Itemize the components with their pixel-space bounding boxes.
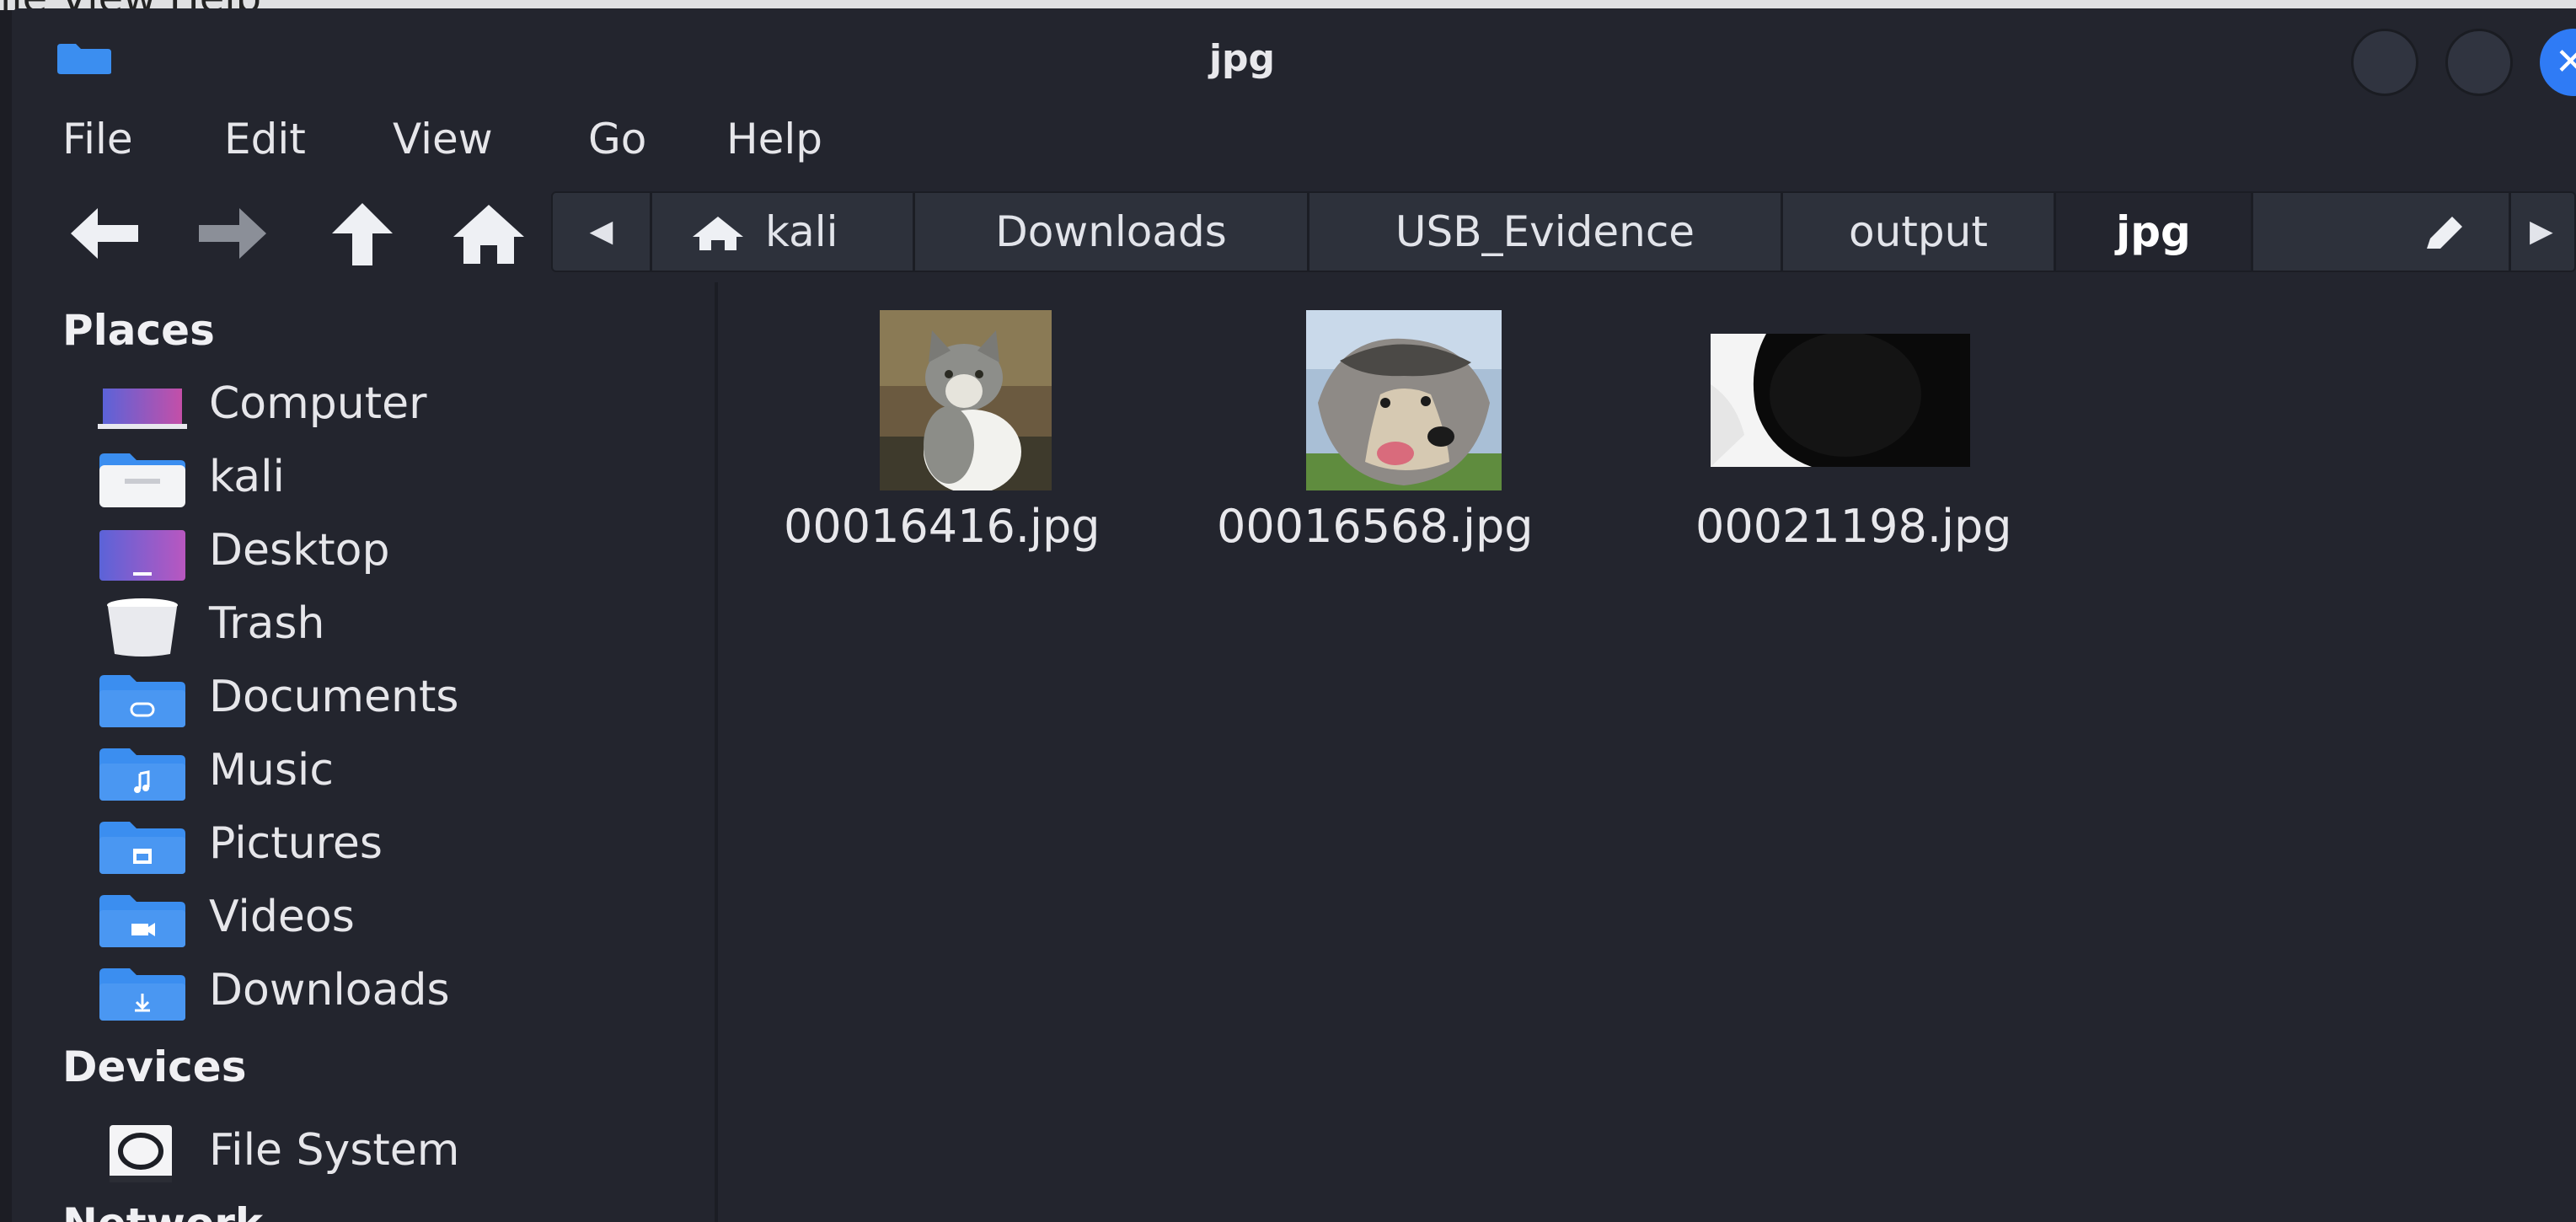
path-segment-downloads[interactable]: Downloads [915, 193, 1309, 271]
maximize-button[interactable] [2445, 29, 2513, 96]
desktop-edge [0, 10, 12, 1222]
sidebar-item-kali[interactable]: kali [96, 445, 686, 512]
forward-button[interactable] [192, 200, 273, 267]
sidebar-item-pictures[interactable]: Pictures [96, 812, 686, 879]
sidebar-item-videos[interactable]: Videos [96, 885, 686, 952]
arrow-right-icon [199, 208, 266, 259]
pictures-folder-icon [99, 822, 185, 874]
chevron-left-icon: ◀ [589, 214, 613, 249]
path-segment-usb-evidence[interactable]: USB_Evidence [1309, 193, 1783, 271]
sidebar-item-file-system[interactable]: File System [96, 1118, 686, 1186]
menu-go[interactable]: Go [588, 115, 646, 163]
menu-bar: File Edit View Go Help [12, 101, 2576, 177]
chevron-right-icon: ▶ [2530, 214, 2553, 249]
file-item[interactable]: 00021198.jpg [1594, 282, 2012, 569]
edit-location-button[interactable] [2253, 193, 2511, 271]
home-icon [453, 205, 524, 264]
music-folder-icon [99, 748, 185, 801]
dog-thumbnail [1306, 310, 1502, 490]
path-segment-kali[interactable]: kali [652, 193, 915, 271]
menu-edit[interactable]: Edit [224, 115, 306, 163]
path-scroll-left-button[interactable]: ◀ [553, 193, 652, 271]
pencil-icon [2427, 217, 2462, 249]
toolbar: ◀ kali Downloads USB_Evidence output jpg… [12, 181, 2576, 278]
documents-folder-icon [99, 675, 185, 727]
back-button[interactable] [64, 200, 145, 267]
file-manager-window: jpg ✕ File Edit View Go Help ◀ kali Down… [12, 8, 2576, 1222]
menu-view[interactable]: View [393, 115, 493, 163]
trash-icon [107, 598, 178, 657]
sidebar-item-downloads[interactable]: Downloads [96, 958, 686, 1026]
window-title: jpg [1208, 37, 1276, 80]
drive-icon [110, 1125, 172, 1182]
arrow-left-icon [71, 208, 138, 259]
home-button[interactable] [448, 200, 529, 267]
file-item[interactable]: 00016568.jpg [1156, 282, 1561, 569]
arrow-up-icon [332, 203, 393, 265]
sidebar: Places Computer kali Desktop Trash Docum… [12, 282, 718, 1222]
videos-folder-icon [99, 895, 185, 947]
sidebar-item-desktop[interactable]: Desktop [96, 518, 686, 586]
sidebar-item-trash[interactable]: Trash [96, 592, 686, 659]
cat-thumbnail [880, 310, 1052, 490]
title-bar[interactable]: jpg ✕ [12, 8, 2576, 110]
sidebar-item-music[interactable]: Music [96, 738, 686, 806]
sidebar-item-computer[interactable]: Computer [96, 372, 686, 439]
minimize-button[interactable] [2351, 29, 2418, 96]
desktop-icon [99, 530, 185, 581]
file-item[interactable]: 00016416.jpg [718, 282, 1122, 569]
path-segment-jpg[interactable]: jpg [2056, 193, 2253, 271]
dark-image-thumbnail [1711, 334, 1970, 467]
path-bar: ◀ kali Downloads USB_Evidence output jpg… [551, 191, 2576, 272]
computer-icon [98, 389, 187, 429]
downloads-folder-icon [99, 968, 185, 1021]
devices-heading: Devices [62, 1042, 247, 1091]
close-button[interactable]: ✕ [2540, 29, 2576, 96]
path-scroll-right-button[interactable]: ▶ [2511, 193, 2576, 271]
menu-file[interactable]: File [62, 115, 133, 163]
file-view: 00016416.jpg 00016568.jpg 00021198.jpg [718, 282, 2576, 1222]
path-segment-output[interactable]: output [1783, 193, 2056, 271]
home-folder-icon [99, 453, 185, 507]
up-button[interactable] [322, 200, 403, 267]
places-heading: Places [62, 306, 215, 355]
close-icon: ✕ [2555, 40, 2576, 83]
home-icon [693, 217, 743, 250]
sidebar-item-documents[interactable]: Documents [96, 665, 686, 732]
file-name: 00021198.jpg [1695, 500, 2012, 553]
menu-help[interactable]: Help [726, 115, 822, 163]
network-heading: Network [62, 1199, 263, 1222]
file-name: 00016416.jpg [784, 500, 1101, 553]
file-name: 00016568.jpg [1217, 500, 1534, 553]
